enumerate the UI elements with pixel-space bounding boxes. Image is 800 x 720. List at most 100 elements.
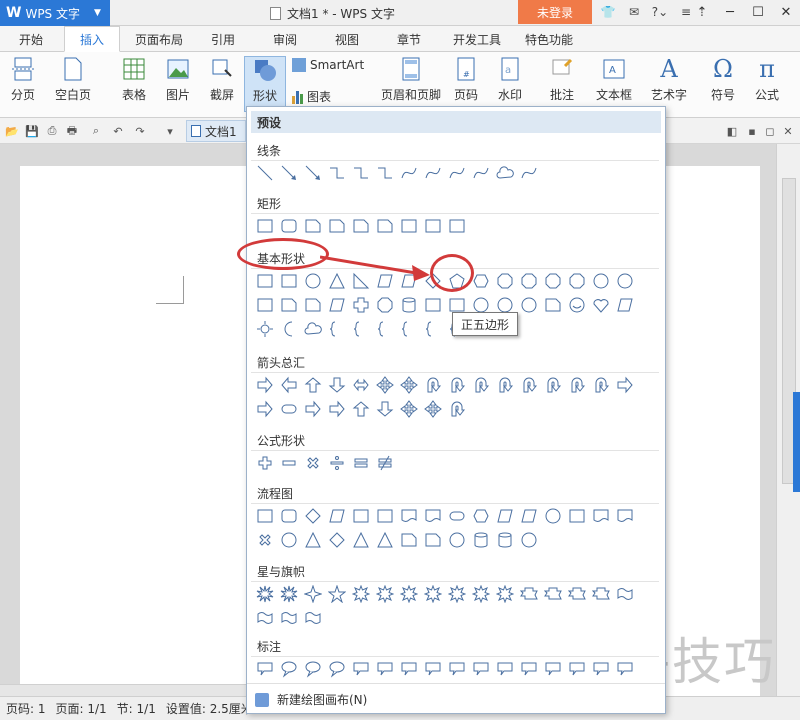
arrowline-shape-icon[interactable] bbox=[277, 161, 301, 185]
tab-review[interactable]: 审阅 bbox=[262, 26, 308, 52]
times-shape-icon[interactable] bbox=[253, 528, 277, 552]
brace-shape-icon[interactable] bbox=[397, 317, 421, 341]
rect-shape-icon[interactable] bbox=[253, 214, 277, 238]
snip-shape-icon[interactable] bbox=[397, 528, 421, 552]
rect-shape-icon[interactable] bbox=[277, 269, 301, 293]
uturn-shape-icon[interactable] bbox=[493, 373, 517, 397]
callout-shape-icon[interactable] bbox=[349, 657, 373, 681]
hex-shape-icon[interactable] bbox=[469, 504, 493, 528]
burst-shape-icon[interactable] bbox=[277, 582, 301, 606]
snip-shape-icon[interactable] bbox=[421, 528, 445, 552]
cross-shape-icon[interactable] bbox=[349, 293, 373, 317]
callout-shape-icon[interactable] bbox=[397, 657, 421, 681]
watermark-button[interactable]: a 水印 bbox=[492, 56, 528, 112]
curve-shape-icon[interactable] bbox=[397, 161, 421, 185]
ribbon-shape-icon[interactable] bbox=[589, 582, 613, 606]
times-shape-icon[interactable] bbox=[301, 451, 325, 475]
oct-shape-icon[interactable] bbox=[541, 269, 565, 293]
terminator-shape-icon[interactable] bbox=[445, 504, 469, 528]
callout-shape-icon[interactable] bbox=[253, 657, 277, 681]
callout-shape-icon[interactable] bbox=[541, 657, 565, 681]
rect-shape-icon[interactable] bbox=[565, 504, 589, 528]
lrarrow-shape-icon[interactable] bbox=[349, 373, 373, 397]
customize-arrow-icon[interactable]: ▾ bbox=[162, 123, 178, 139]
snip-shape-icon[interactable] bbox=[301, 214, 325, 238]
star8-shape-icon[interactable] bbox=[445, 582, 469, 606]
tab-page-layout[interactable]: 页面布局 bbox=[124, 26, 194, 52]
tab-special[interactable]: 特色功能 bbox=[516, 26, 582, 52]
tab-chapter[interactable]: 章节 bbox=[386, 26, 432, 52]
snip-shape-icon[interactable] bbox=[301, 293, 325, 317]
rarrow-shape-icon[interactable] bbox=[253, 373, 277, 397]
star8-shape-icon[interactable] bbox=[397, 582, 421, 606]
callout-shape-icon[interactable] bbox=[445, 657, 469, 681]
star4-shape-icon[interactable] bbox=[301, 582, 325, 606]
wave-shape-icon[interactable] bbox=[253, 606, 277, 630]
tab-home[interactable]: 开始 bbox=[6, 26, 56, 52]
rect-shape-icon[interactable] bbox=[253, 293, 277, 317]
snip-shape-icon[interactable] bbox=[541, 293, 565, 317]
terminator-shape-icon[interactable] bbox=[277, 397, 301, 421]
star5-shape-icon[interactable] bbox=[325, 582, 349, 606]
sun-shape-icon[interactable] bbox=[253, 317, 277, 341]
ocallout-shape-icon[interactable] bbox=[301, 657, 325, 681]
wave-shape-icon[interactable] bbox=[613, 582, 637, 606]
smiley-shape-icon[interactable] bbox=[565, 293, 589, 317]
vertical-scrollbar[interactable] bbox=[776, 144, 800, 696]
uturn-shape-icon[interactable] bbox=[445, 373, 469, 397]
cloud-shape-icon[interactable] bbox=[301, 317, 325, 341]
shapes-button[interactable]: 形状 bbox=[244, 56, 286, 112]
minus-shape-icon[interactable] bbox=[277, 451, 301, 475]
diamond-shape-icon[interactable] bbox=[325, 528, 349, 552]
quad-shape-icon[interactable] bbox=[397, 397, 421, 421]
rarrow-shape-icon[interactable] bbox=[613, 373, 637, 397]
snip-shape-icon[interactable] bbox=[349, 214, 373, 238]
page-break-button[interactable]: 分页 bbox=[4, 56, 42, 112]
circle-shape-icon[interactable] bbox=[517, 293, 541, 317]
brace-shape-icon[interactable] bbox=[373, 317, 397, 341]
rect-shape-icon[interactable] bbox=[253, 504, 277, 528]
smartart-button[interactable]: SmartArt bbox=[292, 58, 364, 72]
circle-shape-icon[interactable] bbox=[445, 528, 469, 552]
redo-icon[interactable]: ↷ bbox=[132, 123, 148, 139]
elbow-shape-icon[interactable] bbox=[373, 161, 397, 185]
tab-insert[interactable]: 插入 bbox=[64, 26, 120, 52]
doc-shape-icon[interactable] bbox=[397, 504, 421, 528]
close-doc-icon[interactable]: ✕ bbox=[780, 123, 796, 139]
blank-page-button[interactable]: 空白页 bbox=[48, 56, 98, 112]
rect-shape-icon[interactable] bbox=[445, 214, 469, 238]
uturn-shape-icon[interactable] bbox=[589, 373, 613, 397]
para-shape-icon[interactable] bbox=[325, 293, 349, 317]
horizontal-scrollbar[interactable] bbox=[0, 684, 246, 696]
rarrow-shape-icon[interactable] bbox=[253, 397, 277, 421]
close-icon[interactable]: ✕ bbox=[772, 0, 800, 24]
rect-shape-icon[interactable] bbox=[349, 504, 373, 528]
login-button[interactable]: 未登录 bbox=[518, 0, 592, 24]
heart-shape-icon[interactable] bbox=[589, 293, 613, 317]
doc-icon-1[interactable]: ◧ bbox=[724, 123, 740, 139]
elbow-shape-icon[interactable] bbox=[325, 161, 349, 185]
moon-shape-icon[interactable] bbox=[277, 317, 301, 341]
oct-shape-icon[interactable] bbox=[373, 293, 397, 317]
rrect-shape-icon[interactable] bbox=[277, 504, 301, 528]
oct-shape-icon[interactable] bbox=[517, 269, 541, 293]
header-footer-button[interactable]: 页眉和页脚 bbox=[378, 56, 444, 112]
can-shape-icon[interactable] bbox=[469, 528, 493, 552]
upload-icon[interactable]: ⇡ bbox=[688, 0, 716, 24]
callout-shape-icon[interactable] bbox=[613, 657, 637, 681]
screenshot-button[interactable]: 截屏 bbox=[202, 56, 242, 112]
restore-doc-icon[interactable]: ◻ bbox=[762, 123, 778, 139]
callout-shape-icon[interactable] bbox=[469, 657, 493, 681]
rarrow-shape-icon[interactable] bbox=[301, 397, 325, 421]
callout-shape-icon[interactable] bbox=[373, 657, 397, 681]
chat-icon[interactable]: ✉ bbox=[624, 2, 644, 22]
oct-shape-icon[interactable] bbox=[493, 269, 517, 293]
ocallout-shape-icon[interactable] bbox=[325, 657, 349, 681]
para-shape-icon[interactable] bbox=[517, 504, 541, 528]
star8-shape-icon[interactable] bbox=[421, 582, 445, 606]
tri-shape-icon[interactable] bbox=[349, 528, 373, 552]
star8-shape-icon[interactable] bbox=[469, 582, 493, 606]
wave-shape-icon[interactable] bbox=[277, 606, 301, 630]
brace-shape-icon[interactable] bbox=[325, 317, 349, 341]
uturn-shape-icon[interactable] bbox=[517, 373, 541, 397]
